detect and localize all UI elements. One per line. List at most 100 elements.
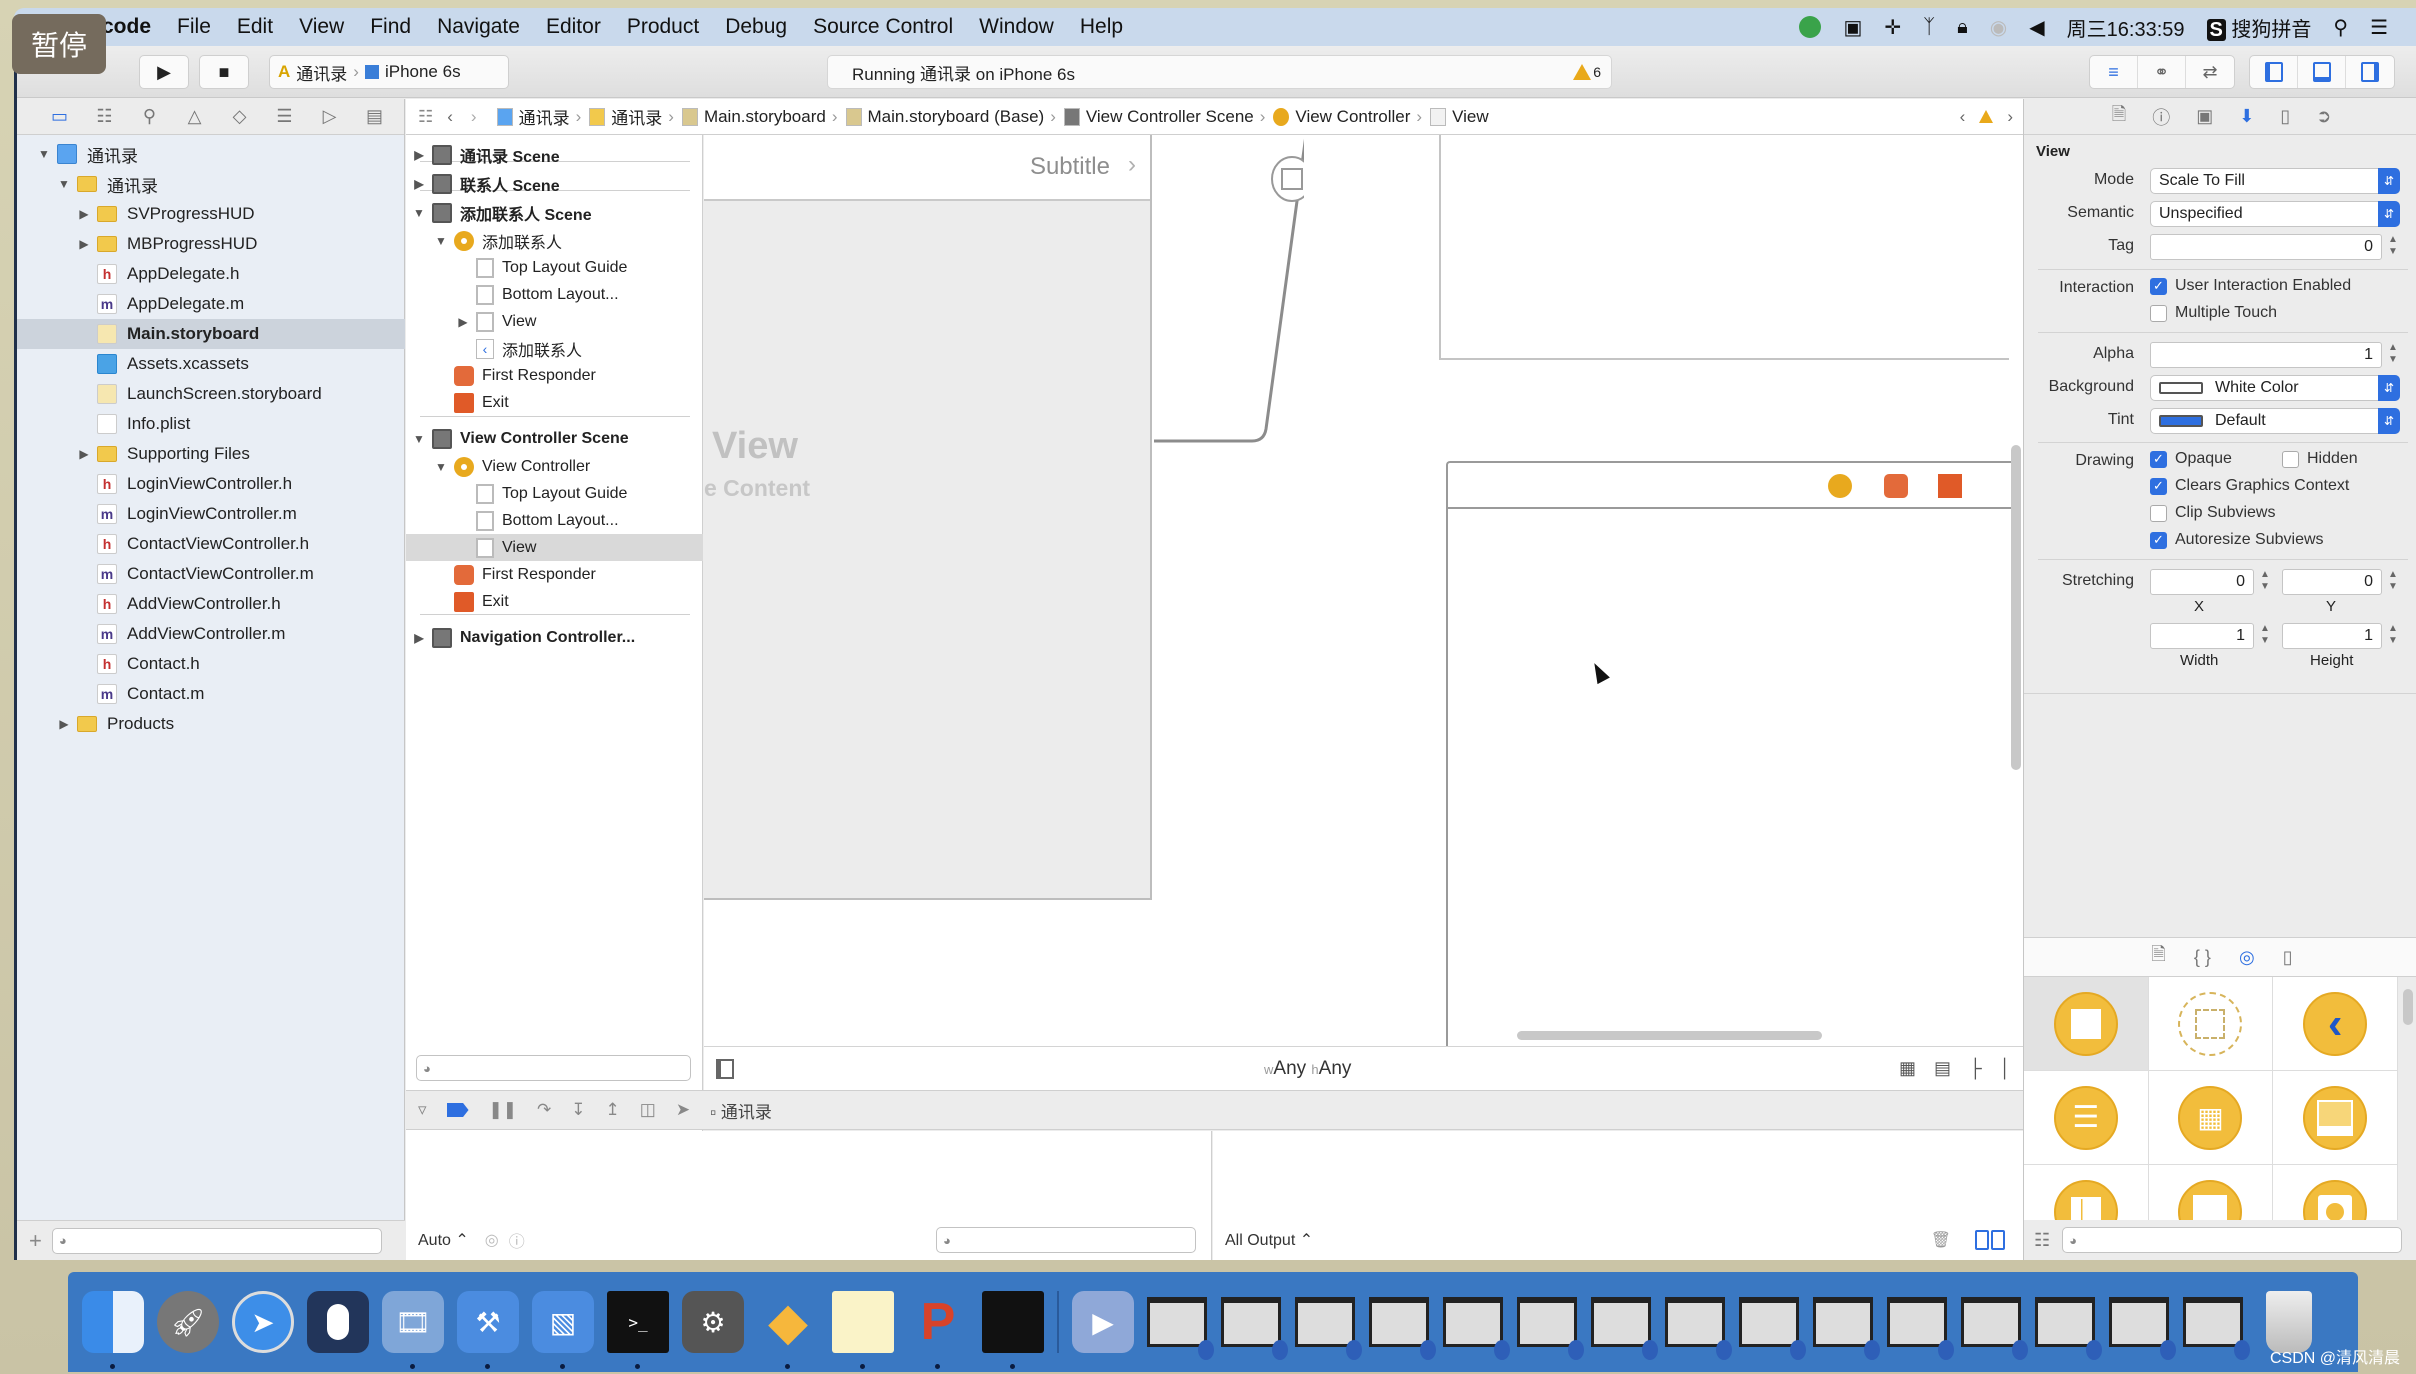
segue-connector[interactable] xyxy=(704,135,1304,635)
file-tree-item[interactable]: m AddViewController.m xyxy=(17,619,405,649)
breakpoints-toggle-icon[interactable] xyxy=(446,1103,469,1117)
object-library-icon[interactable]: ◎ xyxy=(2239,947,2255,968)
disclosure-triangle-icon[interactable]: ▶ xyxy=(412,631,426,645)
file-tree-item[interactable]: m ContactViewController.m xyxy=(17,559,405,589)
quick-help-icon[interactable]: ⓘ xyxy=(2152,104,2170,130)
library-item-navigation-controller[interactable]: ‹ xyxy=(2273,977,2398,1071)
clears-context-checkbox[interactable]: ✓ Clears Graphics Context xyxy=(2150,477,2349,495)
hide-debug-area-icon[interactable]: ▿ xyxy=(418,1100,427,1120)
file-tree-item[interactable]: ▶ SVProgressHUD xyxy=(17,199,405,229)
crumb-group[interactable]: 通讯录 xyxy=(589,104,662,129)
related-items-icon[interactable]: ☷ xyxy=(418,107,433,127)
forward-icon[interactable]: › xyxy=(471,107,477,127)
report-navigator-icon[interactable]: ▤ xyxy=(352,106,397,127)
airplane-icon[interactable]: ✛ xyxy=(1884,15,1901,40)
disclosure-triangle-icon[interactable]: ▼ xyxy=(412,432,426,446)
stretch-y-field[interactable]: 0 xyxy=(2282,569,2382,595)
warning-icon[interactable] xyxy=(1979,110,1994,123)
toggle-utilities-icon[interactable] xyxy=(2346,56,2394,88)
disclosure-triangle-icon[interactable]: ▶ xyxy=(412,148,426,162)
disclosure-triangle-icon[interactable]: ▶ xyxy=(77,447,91,461)
minimized-window-thumbnail[interactable] xyxy=(1813,1297,1880,1360)
crumb-view-controller[interactable]: View Controller xyxy=(1273,107,1410,127)
user-interaction-checkbox[interactable]: ✓ User Interaction Enabled xyxy=(2150,277,2351,295)
hidden-checkbox[interactable]: Hidden xyxy=(2282,450,2358,468)
disclosure-triangle-icon[interactable]: ▶ xyxy=(77,237,91,251)
dock-simulator[interactable]: ▧ xyxy=(532,1291,594,1369)
outline-item[interactable]: View xyxy=(406,534,703,561)
disclosure-triangle-icon[interactable]: ▼ xyxy=(434,234,448,248)
menu-window[interactable]: Window xyxy=(979,15,1054,39)
screen-capture-icon[interactable]: ▣ xyxy=(1843,15,1862,40)
disclosure-triangle-icon[interactable]: ▶ xyxy=(412,177,426,191)
file-tree-item[interactable]: h AddViewController.h xyxy=(17,589,405,619)
crumb-view[interactable]: View xyxy=(1430,107,1489,127)
library-item-storyboard-reference[interactable] xyxy=(2148,977,2274,1071)
exit-icon[interactable] xyxy=(1938,474,1962,498)
minimized-window-thumbnail[interactable] xyxy=(1221,1297,1288,1360)
menu-help[interactable]: Help xyxy=(1080,15,1123,39)
segue-icon[interactable] xyxy=(1271,156,1304,202)
outline-item[interactable]: ▶ 联系人 Scene xyxy=(406,170,703,197)
outline-item[interactable]: ▼ 添加联系人 Scene xyxy=(406,199,703,226)
stack-icon[interactable]: ▦ xyxy=(1899,1058,1916,1079)
file-tree-item[interactable]: m Contact.m xyxy=(17,679,405,709)
outline-item[interactable]: Bottom Layout... xyxy=(406,507,703,534)
menu-source-control[interactable]: Source Control xyxy=(813,15,953,39)
menu-edit[interactable]: Edit xyxy=(237,15,273,39)
first-responder-icon[interactable] xyxy=(1884,474,1908,498)
outline-item[interactable]: Top Layout Guide xyxy=(406,254,703,281)
bluetooth-icon[interactable]: ᛉ xyxy=(1923,16,1935,39)
toggle-navigator-icon[interactable] xyxy=(2250,56,2298,88)
library-view-mode-icon[interactable]: ☷ xyxy=(2034,1230,2050,1251)
assistant-editor-icon[interactable]: ⚭ xyxy=(2138,56,2186,88)
file-tree-item[interactable]: LaunchScreen.storyboard xyxy=(17,379,405,409)
outline-item[interactable]: First Responder xyxy=(406,561,703,588)
quick-look-icon[interactable]: ◎ xyxy=(485,1230,499,1250)
minimized-window-thumbnail[interactable] xyxy=(1739,1297,1806,1360)
file-tree-item[interactable]: h LoginViewController.h xyxy=(17,469,405,499)
outline-item[interactable]: ▼ View Controller Scene xyxy=(406,425,703,452)
debug-navigator-icon[interactable]: ☰ xyxy=(262,106,307,127)
clip-subviews-checkbox[interactable]: Clip Subviews xyxy=(2150,504,2275,522)
run-button[interactable]: ▶ xyxy=(139,55,189,89)
dock-media-player[interactable]: ▶ xyxy=(1072,1291,1134,1353)
alpha-stepper[interactable]: ▲ ▼ xyxy=(2386,342,2400,368)
variables-scope-popup[interactable]: Auto ⌃ xyxy=(418,1230,469,1250)
crumb-storyboard-base[interactable]: Main.storyboard (Base) xyxy=(845,107,1044,127)
view-controller-icon[interactable] xyxy=(1828,474,1852,498)
minimized-window-thumbnail[interactable] xyxy=(1517,1297,1584,1360)
pin-icon[interactable]: ├ xyxy=(1969,1058,1982,1079)
outline-item[interactable]: Exit xyxy=(406,389,703,416)
find-navigator-icon[interactable]: ⚲ xyxy=(127,106,172,127)
stop-button[interactable]: ■ xyxy=(199,55,249,89)
dock-mouse-app[interactable] xyxy=(307,1291,369,1353)
issue-navigator-icon[interactable]: △ xyxy=(172,106,217,127)
minimized-window-thumbnail[interactable] xyxy=(2109,1297,2176,1360)
attributes-inspector-icon[interactable]: ⬇ xyxy=(2239,106,2254,127)
lock-icon[interactable]: 🔒︎ xyxy=(1957,16,1968,39)
scheme-selector[interactable]: A 通讯录 › iPhone 6s xyxy=(269,55,509,89)
code-snippet-library-icon[interactable]: { } xyxy=(2194,947,2211,968)
stretch-x-field[interactable]: 0 xyxy=(2150,569,2254,595)
file-tree-item[interactable]: Main.storyboard xyxy=(17,319,405,349)
info-icon[interactable]: ⓘ xyxy=(509,1228,525,1252)
menu-product[interactable]: Product xyxy=(627,15,699,39)
stretch-width-stepper[interactable]: ▲ ▼ xyxy=(2258,623,2272,649)
view-debugger-icon[interactable]: ◫ xyxy=(640,1100,656,1120)
library-item-collection-view-controller[interactable]: ▦ xyxy=(2148,1071,2274,1165)
disclosure-triangle-icon[interactable]: ▶ xyxy=(456,315,470,329)
pause-icon[interactable]: ❚❚ xyxy=(489,1100,518,1120)
minimized-window-thumbnail[interactable] xyxy=(1147,1297,1214,1360)
outline-filter-input[interactable]: ◕ xyxy=(416,1055,691,1081)
minimized-window-thumbnail[interactable] xyxy=(1887,1297,1954,1360)
disclosure-triangle-icon[interactable]: ▶ xyxy=(57,717,71,731)
version-editor-icon[interactable]: ⇄ xyxy=(2186,56,2234,88)
dock-notes[interactable] xyxy=(832,1291,894,1369)
disclosure-triangle-icon[interactable]: ▼ xyxy=(434,460,448,474)
vertical-scrollbar[interactable] xyxy=(2011,445,2021,770)
disclosure-triangle-icon[interactable]: ▶ xyxy=(77,207,91,221)
step-over-icon[interactable]: ↷ xyxy=(537,1100,551,1120)
file-tree-item[interactable]: Assets.xcassets xyxy=(17,349,405,379)
toggle-debug-area-icon[interactable] xyxy=(2298,56,2346,88)
